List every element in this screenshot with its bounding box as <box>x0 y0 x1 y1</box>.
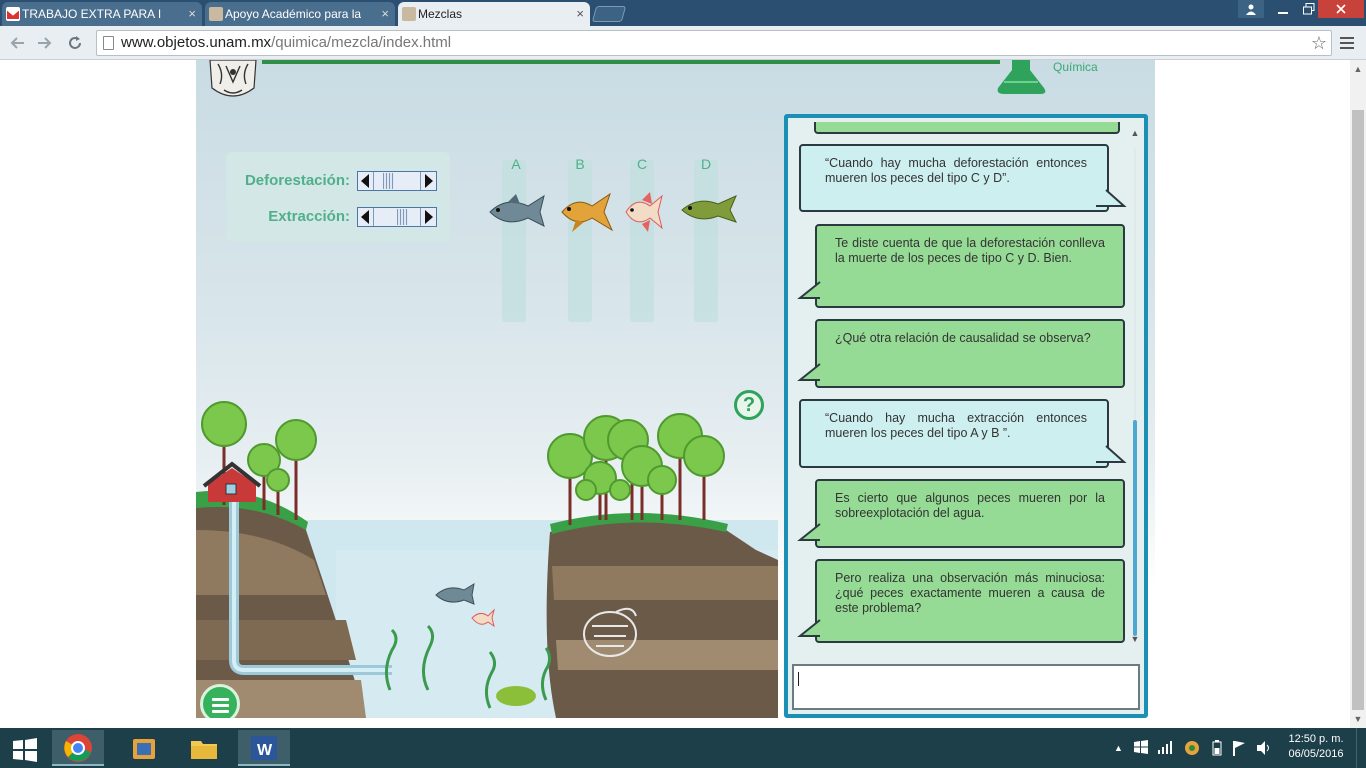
back-icon[interactable] <box>6 32 28 54</box>
message-text: ¿Qué otra relación de causalidad se obse… <box>835 331 1091 345</box>
tab-close-icon[interactable]: × <box>188 6 196 21</box>
scroll-down-icon[interactable]: ▼ <box>1130 634 1140 644</box>
message-text: “Cuando hay mucha extracción entonces mu… <box>825 411 1087 440</box>
ecosystem-scene <box>196 401 778 718</box>
deforestation-label: Deforestación: <box>244 172 350 189</box>
previous-message-edge <box>814 122 1120 134</box>
chrome-taskbar-icon[interactable] <box>52 730 104 766</box>
scroll-thumb[interactable] <box>1133 420 1137 636</box>
scroll-thumb[interactable] <box>1352 110 1364 710</box>
antivirus-icon[interactable] <box>1184 740 1200 759</box>
fish-b-icon <box>561 192 614 232</box>
message-text: Pero realiza una observación más minucio… <box>835 571 1105 615</box>
battery-icon[interactable] <box>1212 740 1222 759</box>
address-bar[interactable]: www.objetos.unam.mx/quimica/mezcla/index… <box>96 30 1332 56</box>
extraction-label: Extracción: <box>268 208 350 225</box>
browser-tabstrip: TRABAJO EXTRA PARA IN × Apoyo Académico … <box>0 0 1366 26</box>
fish-label-d: D <box>700 156 712 172</box>
chat-message-user: “Cuando hay mucha extracción entonces mu… <box>799 399 1109 468</box>
unam-icon <box>402 7 416 21</box>
flag-icon[interactable] <box>1232 740 1246 759</box>
notifications-icon[interactable] <box>1356 728 1364 768</box>
subject-label: Química <box>1053 60 1098 74</box>
tab-title: Apoyo Académico para la <box>225 7 362 21</box>
clock-date: 06/05/2016 <box>1288 748 1344 760</box>
slider-knob[interactable] <box>396 209 408 225</box>
slider-left-arrow-icon[interactable] <box>361 174 369 188</box>
message-text: Es cierto que algunos peces mueren por l… <box>835 491 1105 520</box>
slider-knob[interactable] <box>382 173 394 189</box>
url-host: www.objetos.unam.mx <box>121 34 272 51</box>
new-tab-button[interactable] <box>591 6 627 22</box>
browser-toolbar: www.objetos.unam.mx/quimica/mezcla/index… <box>0 26 1366 60</box>
tab-close-icon[interactable]: × <box>576 6 584 21</box>
slider-right-arrow-icon[interactable] <box>425 174 433 188</box>
clock-time: 12:50 p. m. <box>1288 733 1344 745</box>
fish-column-c <box>630 160 654 322</box>
deforestation-slider[interactable] <box>357 171 437 191</box>
main-menu-button[interactable] <box>200 684 240 718</box>
reload-icon[interactable] <box>64 32 86 54</box>
fish-a-icon <box>489 194 545 227</box>
slider-left-arrow-icon[interactable] <box>361 210 369 224</box>
chat-message-bot: Pero realiza una observación más minucio… <box>815 559 1125 643</box>
header-line <box>262 60 1000 64</box>
start-button[interactable] <box>0 730 50 766</box>
scroll-up-icon[interactable]: ▲ <box>1130 128 1140 138</box>
system-clock[interactable]: 12:50 p. m. 06/05/2016 <box>1280 732 1352 762</box>
url-path: /quimica/mezcla/index.html <box>271 34 452 51</box>
page-viewport: Química Deforestación: Extracción: A B C… <box>0 60 1350 728</box>
minimize-icon[interactable] <box>1270 0 1296 18</box>
unam-icon <box>209 7 223 21</box>
gmail-icon <box>6 7 20 21</box>
chat-message-bot: ¿Qué otra relación de causalidad se obse… <box>815 319 1125 388</box>
close-window-icon[interactable] <box>1318 0 1364 18</box>
fish-column-b <box>568 160 592 322</box>
extraction-slider[interactable] <box>357 207 437 227</box>
controls-panel: Deforestación: Extracción: <box>226 152 450 242</box>
volume-icon[interactable] <box>1256 740 1272 759</box>
fish-d-icon <box>681 195 737 223</box>
slider-right-arrow-icon[interactable] <box>425 210 433 224</box>
fish-c-icon <box>625 192 663 232</box>
chat-message-bot: Te diste cuenta de que la deforestación … <box>815 224 1125 308</box>
flask-icon <box>997 60 1046 94</box>
fish-column-a <box>502 160 526 322</box>
chat-input[interactable] <box>792 664 1140 710</box>
windows-logo-icon[interactable] <box>1134 740 1148 757</box>
fish-label-c: C <box>636 156 648 172</box>
bookmark-star-icon[interactable]: ☆ <box>1311 31 1327 55</box>
fish-label-a: A <box>511 156 521 172</box>
page-icon <box>103 36 114 50</box>
scroll-up-icon[interactable]: ▲ <box>1350 64 1366 74</box>
media-player-taskbar-icon[interactable] <box>118 730 170 766</box>
message-text: “Cuando hay mucha deforestación entonces… <box>825 156 1087 185</box>
chat-message-bot: Es cierto que algunos peces mueren por l… <box>815 479 1125 548</box>
svg-text:W: W <box>257 742 273 759</box>
fish-column-d <box>694 160 718 322</box>
tab-mezclas[interactable]: Mezclas × <box>398 2 590 26</box>
chat-scrollbar[interactable]: ▲ ▼ <box>1130 128 1140 652</box>
tab-title: TRABAJO EXTRA PARA IN <box>22 7 162 21</box>
fish-label-b: B <box>575 156 585 172</box>
mezclas-app: Química Deforestación: Extracción: A B C… <box>196 60 1155 718</box>
tray-chevron-icon[interactable]: ▲ <box>1114 743 1123 753</box>
word-taskbar-icon[interactable]: W <box>238 730 290 766</box>
page-scrollbar[interactable]: ▲ ▼ <box>1350 60 1366 728</box>
forward-icon[interactable] <box>34 32 56 54</box>
message-text: Te diste cuenta de que la deforestación … <box>835 236 1105 265</box>
scroll-down-icon[interactable]: ▼ <box>1350 714 1366 724</box>
file-explorer-taskbar-icon[interactable] <box>178 730 230 766</box>
user-icon[interactable] <box>1238 0 1264 18</box>
tab-close-icon[interactable]: × <box>381 6 389 21</box>
tab-apoyo-academico[interactable]: Apoyo Académico para la × <box>205 2 395 26</box>
chrome-menu-icon[interactable] <box>1340 34 1354 55</box>
tab-trabajo-extra[interactable]: TRABAJO EXTRA PARA IN × <box>2 2 202 26</box>
signal-icon[interactable] <box>1158 740 1174 757</box>
windows-taskbar: W ▲ 12:50 p. m. 06/05/2016 <box>0 728 1366 768</box>
tab-title: Mezclas <box>418 7 463 21</box>
unam-logo-icon <box>209 60 257 97</box>
chat-message-user: “Cuando hay mucha deforestación entonces… <box>799 144 1109 212</box>
